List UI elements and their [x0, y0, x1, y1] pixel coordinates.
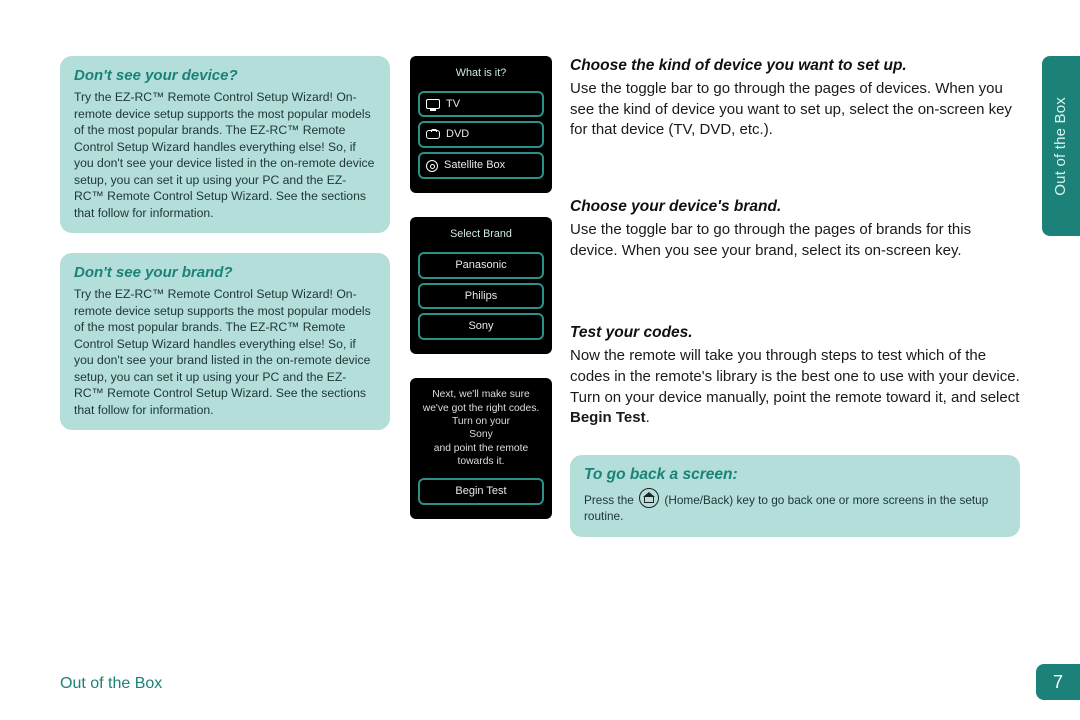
remote-option-tv[interactable]: TV [418, 91, 544, 118]
remote-option-satellite[interactable]: Satellite Box [418, 152, 544, 179]
page-footer: Out of the Box 7 [60, 668, 1080, 700]
step-body: Use the toggle bar to go through the pag… [570, 220, 1020, 261]
content-columns: Don't see your device? Try the EZ-RC™ Re… [60, 56, 1020, 557]
remote-option-label: Sony [468, 319, 493, 334]
step-body-text: . [646, 409, 650, 426]
page-number: 7 [1036, 664, 1080, 700]
remote-option-label: DVD [446, 127, 469, 142]
remote-option-dvd[interactable]: DVD [418, 121, 544, 148]
remote-option-label: Panasonic [455, 258, 506, 273]
callout-body-text: Press the [584, 493, 637, 507]
callout-heading: Don't see your device? [74, 66, 376, 86]
remote-message-line: Next, we'll make sure we've got the righ… [423, 389, 539, 427]
remote-message: Next, we'll make sure we've got the righ… [416, 386, 546, 474]
satellite-icon [426, 160, 438, 172]
step-body-text: Now the remote will take you through ste… [570, 347, 1020, 405]
remote-option-panasonic[interactable]: Panasonic [418, 252, 544, 279]
callout-heading: To go back a screen: [584, 465, 1006, 486]
remote-screen-device-type: What is it? TV DVD Satellite Box [410, 56, 552, 193]
tv-icon [426, 99, 440, 109]
remote-option-label: Begin Test [455, 484, 506, 499]
callout-body: Press the (Home/Back) key to go back one… [584, 488, 1006, 525]
remote-screen-brand: Select Brand Panasonic Philips Sony [410, 217, 552, 354]
remote-option-label: Satellite Box [444, 158, 505, 173]
step-body: Use the toggle bar to go through the pag… [570, 79, 1020, 141]
remote-message-brand: Sony [469, 429, 492, 440]
remote-title: Select Brand [416, 225, 546, 248]
footer-section-label: Out of the Box [60, 673, 162, 695]
remote-option-philips[interactable]: Philips [418, 283, 544, 310]
section-side-tab-label: Out of the Box [1051, 97, 1071, 196]
step-heading: Choose your device's brand. [570, 197, 1020, 218]
callout-heading: Don't see your brand? [74, 263, 376, 283]
step-heading: Test your codes. [570, 323, 1020, 344]
remote-begin-test-button[interactable]: Begin Test [418, 478, 544, 505]
right-column: Choose the kind of device you want to se… [570, 56, 1020, 557]
remote-screen-test: Next, we'll make sure we've got the righ… [410, 378, 552, 519]
remote-option-label: TV [446, 97, 460, 112]
left-column: Don't see your device? Try the EZ-RC™ Re… [60, 56, 390, 450]
section-side-tab: Out of the Box [1042, 56, 1080, 236]
step-body: Now the remote will take you through ste… [570, 346, 1020, 429]
remote-option-label: Philips [465, 289, 497, 304]
remote-message-line: and point the remote towards it. [434, 443, 528, 467]
dvd-icon [426, 130, 440, 139]
remote-title: What is it? [416, 64, 546, 87]
callout-dont-see-device: Don't see your device? Try the EZ-RC™ Re… [60, 56, 390, 233]
remote-option-sony[interactable]: Sony [418, 313, 544, 340]
home-icon [639, 488, 659, 508]
callout-body: Try the EZ-RC™ Remote Control Setup Wiza… [74, 89, 376, 221]
callout-body: Try the EZ-RC™ Remote Control Setup Wiza… [74, 286, 376, 418]
step-heading: Choose the kind of device you want to se… [570, 56, 1020, 77]
step-body-bold: Begin Test [570, 409, 646, 426]
callout-go-back: To go back a screen: Press the (Home/Bac… [570, 455, 1020, 537]
middle-column: What is it? TV DVD Satellite Box Select … [410, 56, 550, 543]
callout-dont-see-brand: Don't see your brand? Try the EZ-RC™ Rem… [60, 253, 390, 430]
